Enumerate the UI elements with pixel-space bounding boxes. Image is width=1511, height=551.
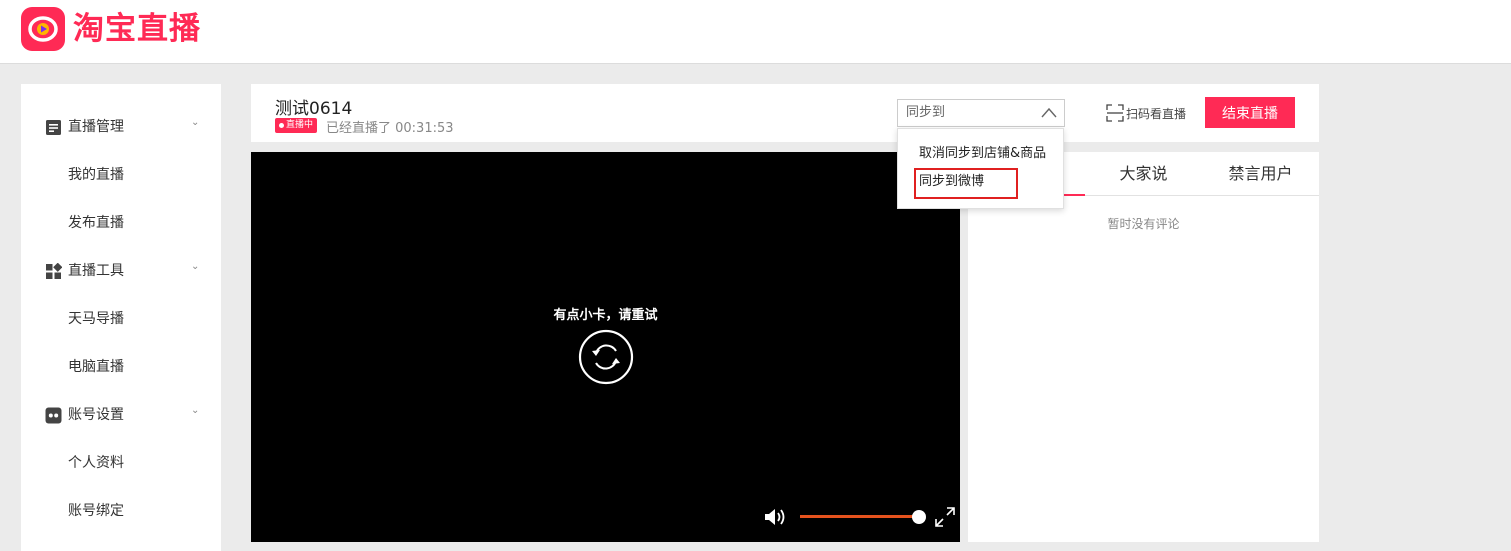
sync-select[interactable]: 同步到 bbox=[897, 99, 1065, 127]
sidebar-item-pc-live[interactable]: 电脑直播 bbox=[21, 343, 221, 391]
sidebar: 直播管理 ⌄ 我的直播 发布直播 直播工具 ⌄ 天马导播 电脑直播 账号设置 ⌄… bbox=[21, 84, 221, 551]
sidebar-item-profile[interactable]: 个人资料 bbox=[21, 439, 221, 487]
scan-to-watch-button[interactable]: 扫码看直播 bbox=[1106, 104, 1186, 122]
tab-muted-users[interactable]: 禁言用户 bbox=[1202, 152, 1319, 196]
live-status-text: 直播中 bbox=[286, 120, 314, 130]
elapsed-time: 已经直播了 00:31:53 bbox=[326, 121, 454, 136]
stall-message: 有点小卡，请重试 bbox=[553, 308, 658, 323]
sidebar-item-account-binding[interactable]: 账号绑定 bbox=[21, 487, 221, 535]
volume-slider-handle[interactable] bbox=[912, 510, 926, 524]
sidebar-group-live-management[interactable]: 直播管理 ⌄ bbox=[21, 103, 221, 151]
reload-icon[interactable] bbox=[578, 329, 634, 385]
sidebar-group-account-settings[interactable]: 账号设置 ⌄ bbox=[21, 391, 221, 439]
chevron-down-icon: ⌄ bbox=[191, 117, 200, 128]
sidebar-group-label: 直播工具 bbox=[68, 263, 124, 279]
chevron-up-icon bbox=[1041, 107, 1057, 118]
end-live-button[interactable]: 结束直播 bbox=[1205, 97, 1295, 128]
sidebar-item-publish-live[interactable]: 发布直播 bbox=[21, 199, 221, 247]
taobao-live-logo[interactable]: 淘宝直播 bbox=[21, 7, 201, 51]
sidebar-item-tianma-director[interactable]: 天马导播 bbox=[21, 295, 221, 343]
sidebar-group-label: 账号设置 bbox=[68, 407, 124, 423]
apps-icon bbox=[46, 263, 62, 279]
sidebar-group-label: 直播管理 bbox=[68, 119, 124, 135]
scan-label: 扫码看直播 bbox=[1126, 106, 1187, 121]
volume-slider-track[interactable] bbox=[800, 515, 919, 518]
sidebar-group-live-tools[interactable]: 直播工具 ⌄ bbox=[21, 247, 221, 295]
brand-name: 淘宝直播 bbox=[73, 11, 201, 47]
sync-select-value: 同步到 bbox=[906, 105, 946, 120]
tab-everyone-says[interactable]: 大家说 bbox=[1085, 152, 1202, 196]
option-sync-weibo[interactable]: 同步到微博 bbox=[898, 168, 1065, 196]
fullscreen-icon[interactable] bbox=[934, 506, 956, 528]
top-bar: 淘宝直播 bbox=[0, 0, 1511, 64]
live-header: 测试0614 直播中 已经直播了 00:31:53 同步到 扫码看直播 结束直播 bbox=[251, 84, 1319, 142]
volume-icon[interactable] bbox=[763, 506, 787, 528]
account-icon bbox=[45, 407, 62, 424]
chevron-down-icon: ⌄ bbox=[191, 261, 200, 272]
chevron-down-icon: ⌄ bbox=[191, 405, 200, 416]
empty-comments-text: 暂时没有评论 bbox=[1107, 217, 1180, 231]
scan-icon bbox=[1106, 104, 1124, 122]
document-icon bbox=[46, 120, 61, 135]
sync-dropdown-menu: 取消同步到店铺&商品 同步到微博 bbox=[897, 128, 1064, 209]
live-dot-icon bbox=[279, 123, 284, 128]
live-status-badge: 直播中 bbox=[275, 118, 318, 133]
option-unsync-shop-products[interactable]: 取消同步到店铺&商品 bbox=[898, 140, 1065, 168]
stream-title: 测试0614 bbox=[275, 99, 353, 119]
video-player[interactable]: 有点小卡，请重试 bbox=[251, 152, 960, 542]
sidebar-item-my-live[interactable]: 我的直播 bbox=[21, 151, 221, 199]
chat-panel: 大家说 禁言用户 暂时没有评论 bbox=[968, 152, 1319, 542]
logo-icon bbox=[21, 7, 65, 51]
